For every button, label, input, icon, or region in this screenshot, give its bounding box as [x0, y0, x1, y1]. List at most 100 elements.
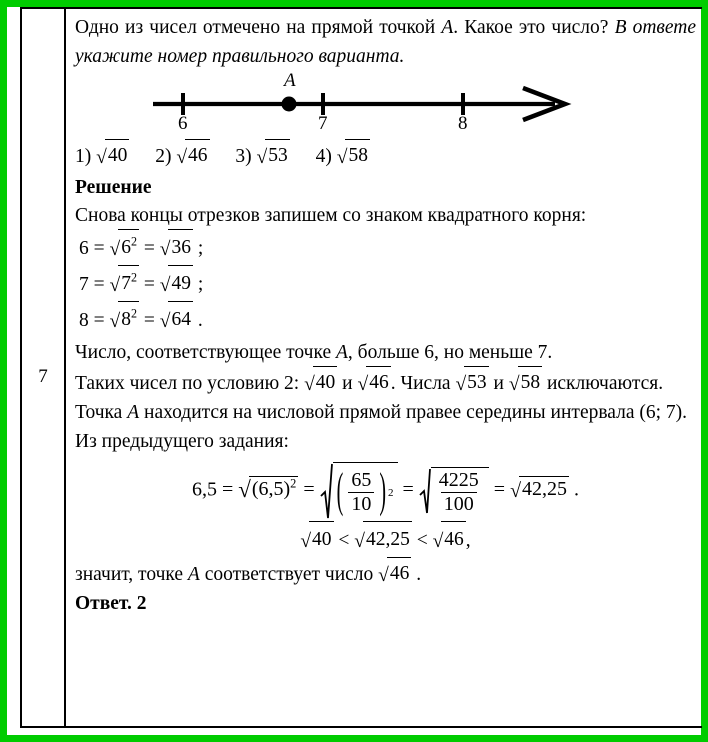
main-formula-base-1: (6,5)	[251, 477, 291, 500]
equation-2-base: 7	[121, 273, 131, 294]
equation-2-terminator: ;	[197, 274, 204, 295]
answer-label: Ответ.	[75, 593, 132, 614]
conclusion-radicand: 46	[386, 557, 412, 588]
previous-task-label: Из предыдущего задания:	[75, 431, 289, 452]
paragraph-1-var: A	[336, 342, 348, 363]
option-1-marker: 1)	[75, 146, 92, 167]
tick-label-7: 7	[318, 113, 328, 134]
option-4-sqrt: √58	[337, 139, 370, 172]
conclusion-text-a: значит, точке	[75, 564, 184, 585]
option-3-sqrt: √53	[257, 139, 290, 172]
main-formula-terminator: .	[574, 478, 580, 501]
option-4-radicand: 58	[345, 139, 370, 171]
problem-point-var: A	[441, 17, 454, 38]
paragraph-3-text-c: интервала	[550, 402, 635, 423]
radical-hook-icon	[320, 463, 333, 519]
solution-paragraph-3: Точка A находится на числовой прямой пра…	[75, 398, 696, 427]
equation-3-terminator: .	[197, 310, 203, 331]
inequality-sqrt-right: √46	[433, 521, 466, 558]
equation-row-3: 8 = √82 = √64 .	[75, 301, 696, 338]
point-a-label: A	[284, 70, 296, 91]
inequality-op-2: <	[416, 530, 428, 551]
problem-statement-line2: число?	[551, 17, 609, 38]
equation-row-1: 6 = √62 = √36 ;	[75, 229, 696, 266]
option-3[interactable]: 3) √53	[235, 139, 290, 172]
equation-3-sqrt-result: √64	[160, 301, 193, 338]
equation-1-result: 36	[168, 229, 193, 265]
option-3-radicand: 53	[265, 139, 290, 171]
option-1[interactable]: 1) √40	[75, 139, 130, 172]
option-2-radicand: 46	[185, 139, 210, 171]
option-2[interactable]: 2) √46	[155, 139, 210, 172]
paragraph-2-and-1: и	[342, 373, 353, 394]
paragraph-2-and-2: и	[493, 373, 504, 394]
equation-1-exponent: 2	[130, 234, 137, 249]
paragraph-1-text-b: , больше 6, но меньше 7.	[347, 342, 553, 363]
inequality-op-1: <	[338, 530, 350, 551]
main-formula-sqrt-final: √42,25	[510, 475, 570, 502]
paragraph-2-text-a: Таких чисел по условию 2:	[75, 373, 300, 394]
equation-1-base: 6	[121, 237, 131, 258]
task-number-cell: 7	[22, 9, 66, 726]
conclusion-terminator: .	[416, 564, 422, 585]
option-1-sqrt: √40	[96, 139, 130, 172]
task-number: 7	[38, 366, 48, 387]
inequality-middle: 42,25	[362, 521, 412, 557]
paragraph-2-radicand-3: 53	[464, 366, 489, 397]
paragraph-2-text-b: . Числа	[390, 373, 451, 394]
main-formula-fraction-1: 65 10	[345, 470, 377, 515]
paragraph-2-sqrt-58: √58	[509, 366, 543, 398]
paragraph-3-text-b: находится на числовой прямой правее сере…	[144, 402, 546, 423]
number-line-figure: A 6 7 8	[75, 70, 696, 136]
page-frame: 7 Одно из чисел отмечено на прямой точко…	[0, 0, 708, 742]
paragraph-2-sqrt-40: √40	[304, 366, 338, 398]
tick-label-8: 8	[458, 113, 468, 134]
problem-statement-part2: . Какое это	[453, 17, 546, 38]
paragraph-2-sqrt-53: √53	[455, 366, 489, 398]
equation-1-sqrt-squared: √62	[110, 229, 139, 266]
paragraph-3-text-d: .	[682, 402, 688, 423]
main-formula-frac1-den: 10	[348, 492, 375, 515]
equation-1-lhs: 6	[79, 238, 89, 259]
equation-2-sqrt-squared: √72	[110, 265, 139, 302]
inequality-sqrt-left: √40	[300, 521, 334, 558]
main-formula-lhs: 6,5	[191, 478, 217, 501]
answer-options: 1) √40 2) √46 3) √53 4) √58	[75, 139, 696, 172]
equation-3-sqrt-squared: √82	[110, 301, 139, 338]
conclusion-text-b: соответствует число	[204, 564, 374, 585]
option-1-radicand: 40	[104, 139, 130, 171]
option-2-sqrt: √46	[176, 139, 210, 172]
main-formula-fraction-2: 4225 100	[433, 470, 485, 515]
equation-1-sqrt-result: √36	[160, 229, 193, 266]
equation-1-terminator: ;	[197, 238, 204, 259]
problem-statement: Одно из чисел отмечено на прямой точкой …	[75, 13, 696, 71]
paragraph-2-radicand-4: 58	[517, 366, 543, 397]
paragraph-3-var: A	[127, 402, 140, 423]
main-formula-final-radicand: 42,25	[519, 475, 570, 501]
solution-conclusion: значит, точке A соответствует число √46 …	[75, 557, 696, 589]
equation-row-2: 7 = √72 = √49 ;	[75, 265, 696, 302]
number-line-svg	[153, 85, 572, 123]
equation-2-lhs: 7	[79, 274, 89, 295]
option-4-marker: 4)	[315, 146, 332, 167]
main-formula-paren-group: ( 65 10 )	[336, 464, 386, 519]
equation-2-sqrt-result: √49	[160, 265, 193, 302]
main-formula-sqrt-3: 4225 100	[419, 467, 489, 515]
option-2-marker: 2)	[155, 146, 172, 167]
equation-2-result: 49	[168, 265, 193, 301]
paragraph-3-interval: (6; 7)	[639, 402, 683, 423]
main-formula-exp-1: 2	[290, 475, 297, 490]
inequality-left: 40	[309, 521, 334, 557]
paragraph-2-text-c: исключаются.	[546, 373, 664, 394]
main-formula-sqrt-2: ( 65 10 ) 2	[320, 462, 398, 520]
option-4[interactable]: 4) √58	[315, 139, 370, 172]
option-3-marker: 3)	[235, 146, 252, 167]
inequality-row: √40 < √42,25 < √46,	[75, 521, 696, 558]
inequality-right: 46	[441, 521, 466, 557]
radical-hook-icon-2	[419, 468, 431, 514]
paragraph-2-radicand-1: 40	[312, 366, 338, 397]
main-formula: 6,5 = √(6,5)2 = ( 65 10 ) 2 = 4225 100 =…	[75, 462, 696, 520]
solution-heading: Решение	[75, 177, 152, 198]
conclusion-var: A	[187, 564, 200, 585]
problem-statement-part1: Одно из чисел отмечено на прямой точкой	[75, 17, 436, 38]
